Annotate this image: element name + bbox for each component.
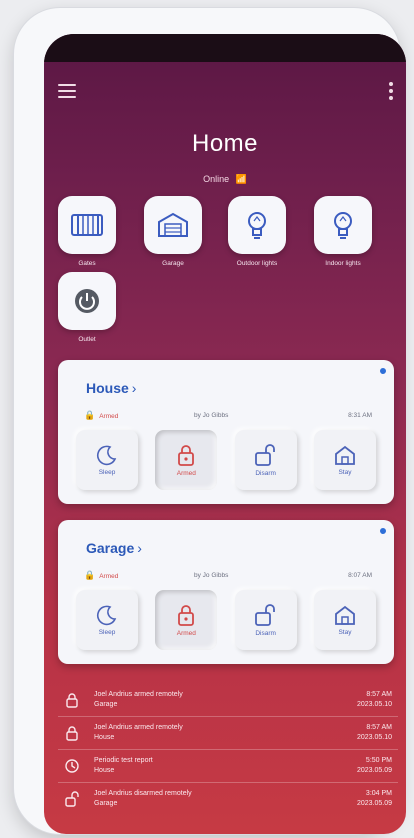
shortcut-outlet[interactable]: Outlet	[58, 272, 116, 343]
home-icon	[335, 605, 355, 625]
event-text: Joel Andrius disarmed remotely	[94, 790, 192, 797]
notification-dot	[380, 368, 386, 374]
area-state: Armed	[99, 573, 119, 580]
mode-sleep-button[interactable]: Sleep	[76, 430, 138, 490]
mode-selector: Sleep Armed Disarm Stay	[76, 430, 376, 492]
hamburger-menu-icon[interactable]	[58, 84, 76, 98]
lock-icon	[178, 445, 195, 466]
area-time: 8:31 AM	[348, 412, 372, 419]
event-row[interactable]: Joel Andrius armed remotely Garage 8:57 A…	[58, 684, 398, 717]
more-options-icon[interactable]	[388, 82, 394, 100]
event-text: Joel Andrius armed remotely	[94, 724, 183, 731]
shortcut-label: Garage	[162, 260, 184, 267]
event-text: Periodic test report	[94, 757, 153, 764]
event-date: 2023.05.09	[356, 767, 392, 774]
event-time: 8:57 AM	[366, 724, 392, 731]
moon-icon	[96, 605, 117, 626]
lock-icon	[66, 693, 78, 708]
area-by: by Jo Gibbs	[194, 572, 229, 579]
mode-armed-button[interactable]: Armed	[155, 590, 218, 650]
home-icon	[335, 445, 355, 465]
gate-icon	[58, 196, 116, 254]
area-card-house[interactable]: House › 🔒 Armed by Jo Gibbs 8:31 AM Sleep …	[58, 360, 394, 504]
event-row[interactable]: Joel Andrius disarmed remotely Garage 3:0…	[58, 783, 398, 815]
area-time: 8:07 AM	[348, 572, 372, 579]
shortcut-label: Gates	[78, 260, 96, 267]
chevron-right-icon: ›	[131, 380, 137, 396]
app-screen: Home Online 📶 Gates Garage Outdoor light…	[44, 34, 406, 834]
bulb-icon	[228, 196, 286, 254]
shortcut-label: Indoor lights	[325, 260, 361, 267]
mode-stay-button[interactable]: Stay	[313, 430, 376, 490]
shortcut-label: Outlet	[78, 336, 96, 343]
event-date: 2023.05.10	[356, 701, 392, 708]
lock-icon	[178, 605, 195, 626]
mode-disarm-button[interactable]: Disarm	[234, 430, 297, 490]
clock-icon	[65, 759, 79, 773]
status-bar	[44, 34, 406, 62]
garage-icon	[144, 196, 202, 254]
area-status-row: 🔒 Armed by Jo Gibbs 8:31 AM	[84, 410, 374, 424]
event-time: 3:04 PM	[365, 790, 392, 797]
page-title: Home	[191, 130, 259, 157]
event-row[interactable]: Periodic test report House 5:50 PM 2023.05…	[58, 750, 398, 783]
event-date: 2023.05.09	[356, 800, 392, 807]
shortcut-garage[interactable]: Garage	[144, 196, 202, 267]
signal-icon: 📶	[235, 174, 247, 184]
mode-selector: Sleep Armed Disarm Stay	[76, 590, 376, 652]
event-text: Joel Andrius armed remotely	[94, 691, 183, 698]
unlock-icon	[65, 791, 79, 807]
event-time: 8:57 AM	[366, 691, 392, 698]
notification-dot	[380, 528, 386, 534]
moon-icon	[96, 445, 117, 466]
area-status-row: 🔒 Armed by Jo Gibbs 8:07 AM	[84, 570, 374, 584]
area-state: Armed	[99, 413, 119, 420]
event-area: House	[94, 734, 115, 741]
lock-icon: 🔒	[84, 570, 96, 580]
shortcut-indoor-lights[interactable]: Indoor lights	[314, 196, 372, 267]
event-row[interactable]: Joel Andrius armed remotely House 8:57 AM…	[58, 717, 398, 750]
power-icon	[58, 272, 116, 330]
area-by: by Jo Gibbs	[194, 412, 229, 419]
mode-sleep-button[interactable]: Sleep	[76, 590, 138, 650]
shortcut-gates[interactable]: Gates	[58, 196, 116, 267]
mode-disarm-button[interactable]: Disarm	[234, 590, 297, 650]
unlock-icon	[254, 444, 275, 466]
phone-frame: Home Online 📶 Gates Garage Outdoor light…	[14, 8, 406, 834]
bulb-icon	[314, 196, 372, 254]
lock-icon: 🔒	[84, 410, 96, 420]
event-time: 5:50 PM	[365, 757, 392, 764]
area-name[interactable]: House ›	[86, 380, 136, 396]
mode-armed-button[interactable]: Armed	[155, 430, 218, 490]
area-card-garage[interactable]: Garage › 🔒 Armed by Jo Gibbs 8:07 AM Sleep…	[58, 520, 394, 664]
connection-status: Online 📶	[44, 174, 406, 185]
status-text: Online	[203, 174, 230, 184]
event-log: Joel Andrius armed remotely Garage 8:57 A…	[58, 684, 398, 815]
top-bar	[44, 78, 406, 108]
event-area: Garage	[94, 701, 118, 708]
event-area: Garage	[94, 800, 118, 807]
chevron-right-icon: ›	[137, 540, 142, 556]
area-name[interactable]: Garage ›	[86, 540, 142, 556]
shortcut-label: Outdoor lights	[236, 260, 278, 267]
unlock-icon	[254, 604, 275, 626]
event-area: House	[94, 767, 115, 774]
shortcut-outdoor-lights[interactable]: Outdoor lights	[228, 196, 286, 267]
lock-icon	[66, 726, 78, 741]
mode-stay-button[interactable]: Stay	[313, 590, 376, 650]
event-date: 2023.05.10	[356, 734, 392, 741]
